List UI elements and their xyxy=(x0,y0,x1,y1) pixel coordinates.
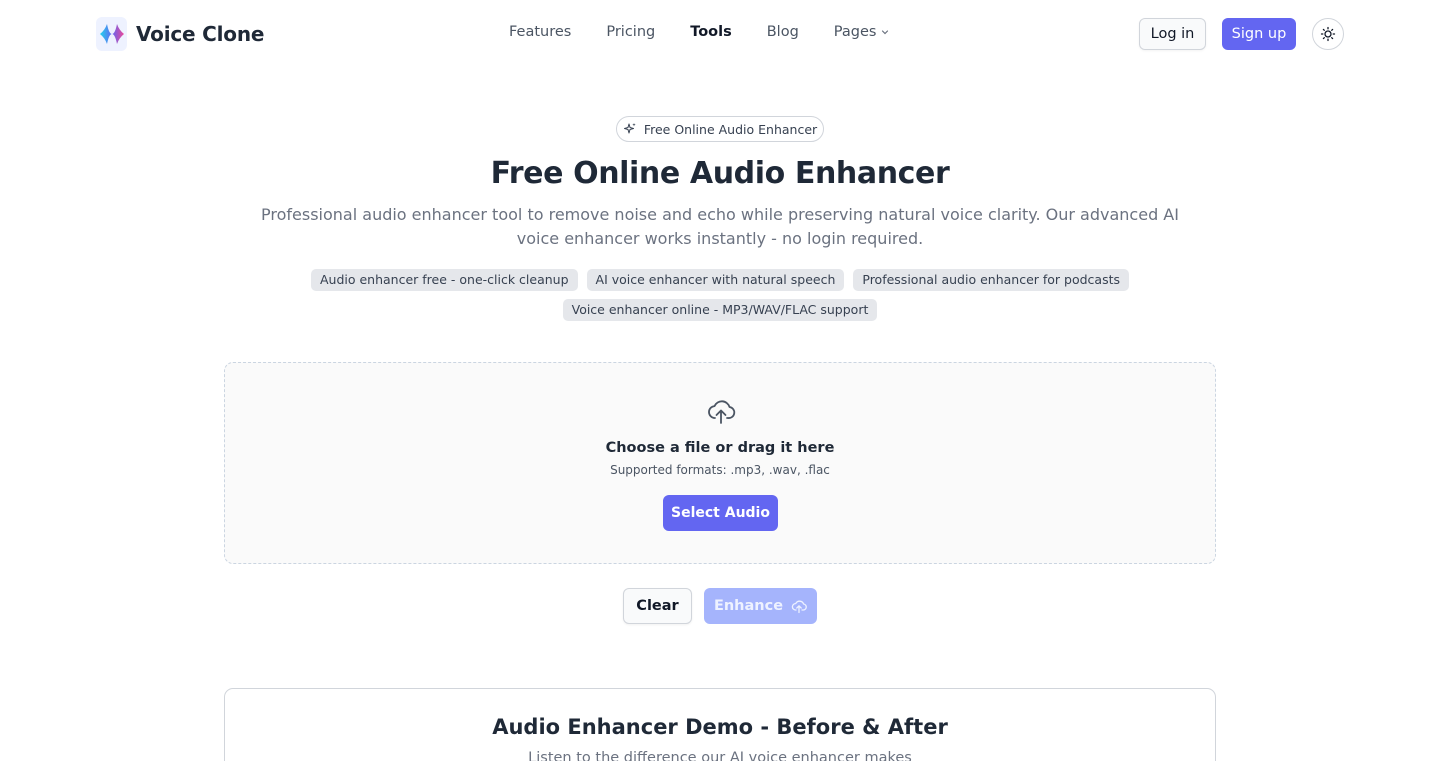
brand-home-link[interactable]: Voice Clone xyxy=(96,17,264,51)
enhance-button[interactable]: Enhance xyxy=(704,588,817,624)
cloud-upload-icon xyxy=(791,600,807,614)
sparkles-icon xyxy=(623,123,636,134)
demo-section: Audio Enhancer Demo - Before & After Lis… xyxy=(224,688,1216,761)
nav-tools[interactable]: Tools xyxy=(690,24,732,40)
supported-formats: Supported formats: .mp3, .wav, .flac xyxy=(610,463,830,477)
hero-badge: Free Online Audio Enhancer xyxy=(616,116,824,142)
logo-waveform-icon xyxy=(96,17,127,51)
main-nav: Features Pricing Tools Blog Pages xyxy=(509,24,890,40)
nav-pricing[interactable]: Pricing xyxy=(606,24,655,40)
feature-tag: Voice enhancer online - MP3/WAV/FLAC sup… xyxy=(562,299,878,321)
sun-icon xyxy=(1320,26,1336,42)
page-title: Free Online Audio Enhancer xyxy=(490,156,950,191)
feature-tag: Professional audio enhancer for podcasts xyxy=(853,269,1130,291)
chevron-down-icon xyxy=(882,30,889,35)
clear-button[interactable]: Clear xyxy=(623,588,692,624)
brand-name: Voice Clone xyxy=(136,22,265,46)
nav-pages-dropdown[interactable]: Pages xyxy=(834,24,891,40)
nav-features[interactable]: Features xyxy=(509,24,571,40)
select-audio-button[interactable]: Select Audio xyxy=(663,495,778,531)
hero-subtitle: Professional audio enhancer tool to remo… xyxy=(261,205,1179,248)
dropzone-title: Choose a file or drag it here xyxy=(605,440,835,456)
feature-tags: Audio enhancer free - one-click cleanup … xyxy=(300,269,1140,321)
signup-button[interactable]: Sign up xyxy=(1222,18,1296,50)
demo-subtitle: Listen to the difference our AI voice en… xyxy=(528,750,912,761)
site-header: Voice Clone Features Pricing Tools Blog … xyxy=(0,0,1440,68)
demo-title: Audio Enhancer Demo - Before & After xyxy=(492,715,948,739)
feature-tag: Audio enhancer free - one-click cleanup xyxy=(310,269,578,291)
nav-pages-label: Pages xyxy=(833,24,877,40)
hero-badge-label: Free Online Audio Enhancer xyxy=(643,121,818,137)
audio-dropzone[interactable]: Choose a file or drag it here Supported … xyxy=(224,362,1216,564)
cloud-upload-icon xyxy=(708,400,736,424)
login-button[interactable]: Log in xyxy=(1139,18,1206,50)
theme-toggle-button[interactable] xyxy=(1312,18,1344,50)
feature-tag: AI voice enhancer with natural speech xyxy=(586,269,845,291)
nav-blog[interactable]: Blog xyxy=(767,24,799,40)
enhance-label: Enhance xyxy=(713,598,784,614)
